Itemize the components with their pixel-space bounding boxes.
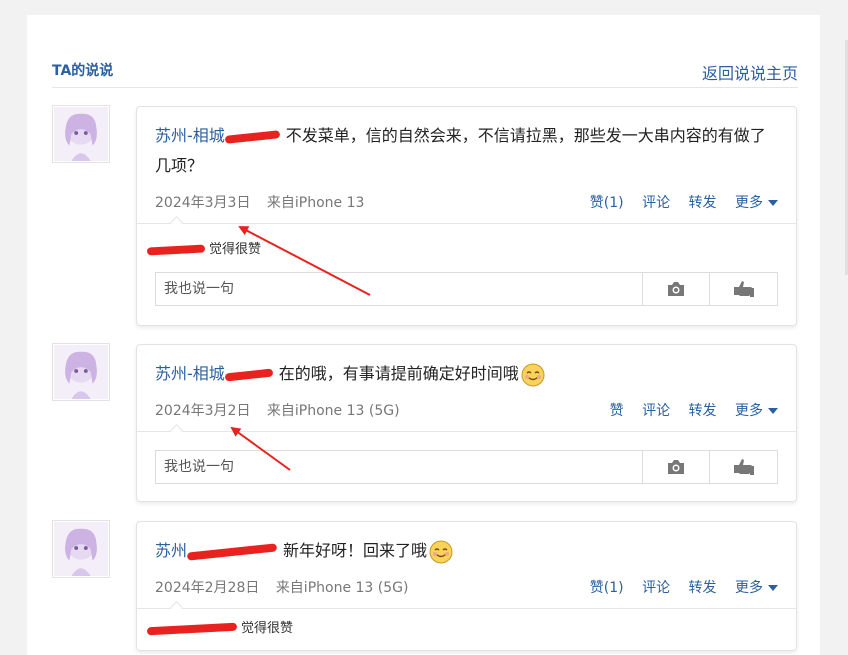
photo-button[interactable]	[642, 450, 710, 484]
post-card: 苏州-相城 不发菜单，信的自然会来，不信请拉黑，那些发一大串内容的有做了几项？ 2…	[136, 106, 797, 326]
comment-input[interactable]: 我也说一句	[155, 450, 642, 484]
avatar[interactable]	[52, 343, 110, 401]
header-divider	[52, 87, 798, 88]
post-divider	[137, 601, 796, 614]
more-button[interactable]: 更多	[735, 580, 778, 596]
post-meta: 2024年3月3日 来自iPhone 13 赞(1) 评论 转发 更多	[155, 191, 778, 213]
post-divider	[137, 424, 796, 437]
avatar[interactable]	[52, 520, 110, 578]
avatar-image	[54, 522, 108, 576]
post-author[interactable]: 苏州-相城	[155, 364, 225, 383]
like-button[interactable]: 赞	[610, 403, 624, 419]
more-button[interactable]: 更多	[735, 403, 778, 419]
post-date: 2024年3月3日	[155, 195, 251, 211]
post-meta: 2024年3月2日 来自iPhone 13 (5G) 赞 评论 转发 更多	[155, 399, 778, 421]
avatar-image	[54, 345, 108, 399]
comment-button[interactable]: 评论	[642, 580, 670, 596]
like-button[interactable]: 赞(1)	[590, 195, 624, 211]
caret-down-icon	[768, 408, 778, 414]
comment-button[interactable]: 评论	[642, 403, 670, 419]
likes-text: 觉得很赞	[241, 621, 294, 636]
post-card: 苏州-相城 在的哦，有事请提前确定好时间哦 2024年3月2日 来自iPhone …	[136, 344, 797, 502]
caret-down-icon	[768, 585, 778, 591]
post-text: 苏州-相城 不发菜单，信的自然会来，不信请拉黑，那些发一大串内容的有做了几项？	[155, 121, 778, 181]
post-meta: 2024年2月28日 来自iPhone 13 (5G) 赞(1) 评论 转发 更…	[155, 576, 778, 598]
thumb-icon	[733, 459, 754, 475]
post-source: 来自iPhone 13 (5G)	[275, 580, 409, 596]
more-label: 更多	[735, 403, 763, 419]
post-author[interactable]: 苏州-相城	[155, 126, 225, 145]
thumb-icon	[733, 281, 754, 297]
share-button[interactable]: 转发	[689, 580, 717, 596]
post-content: 在的哦，有事请提前确定好时间哦	[278, 364, 519, 383]
post-content: 新年好呀！回来了哦	[283, 541, 428, 560]
share-button[interactable]: 转发	[689, 403, 717, 419]
post-date: 2024年3月2日	[155, 403, 251, 419]
post-author[interactable]: 苏州	[155, 541, 187, 560]
post-card: 苏州 新年好呀！回来了哦 2024年2月28日 来自iPhone 13 (5G) …	[136, 521, 797, 651]
more-button[interactable]: 更多	[735, 195, 778, 211]
post-source: 来自iPhone 13	[266, 195, 365, 211]
avatar-image	[54, 107, 108, 161]
post-divider	[137, 216, 796, 229]
back-to-home-link[interactable]: 返回说说主页	[702, 60, 798, 84]
likes-text: 觉得很赞	[209, 242, 262, 257]
like-button[interactable]: 赞(1)	[590, 580, 624, 596]
smile-emoji	[429, 540, 453, 563]
avatar[interactable]	[52, 105, 110, 163]
page-title: TA的说说	[52, 63, 114, 79]
post-source: 来自iPhone 13 (5G)	[266, 403, 400, 419]
caret-down-icon	[768, 200, 778, 206]
redaction-mark	[224, 129, 281, 144]
post-date: 2024年2月28日	[155, 580, 260, 596]
post-text: 苏州 新年好呀！回来了哦	[155, 536, 778, 566]
more-label: 更多	[735, 580, 763, 596]
post-text: 苏州-相城 在的哦，有事请提前确定好时间哦	[155, 359, 778, 389]
comment-row: 我也说一句	[137, 432, 796, 484]
photo-button[interactable]	[642, 272, 710, 306]
redaction-mark	[146, 622, 238, 635]
redaction-mark	[186, 542, 278, 561]
redaction-mark	[146, 243, 206, 256]
comment-button[interactable]: 评论	[642, 195, 670, 211]
likes-line: 觉得很赞	[137, 609, 796, 637]
redaction-mark	[224, 368, 274, 381]
comment-input[interactable]: 我也说一句	[155, 272, 642, 306]
smile-emoji	[521, 363, 545, 386]
like-comment-button[interactable]	[710, 450, 778, 484]
more-label: 更多	[735, 195, 763, 211]
share-button[interactable]: 转发	[689, 195, 717, 211]
likes-line: 觉得很赞	[137, 224, 796, 258]
camera-icon	[668, 282, 684, 296]
camera-icon	[668, 460, 684, 474]
comment-row: 我也说一句	[137, 258, 796, 306]
like-comment-button[interactable]	[710, 272, 778, 306]
